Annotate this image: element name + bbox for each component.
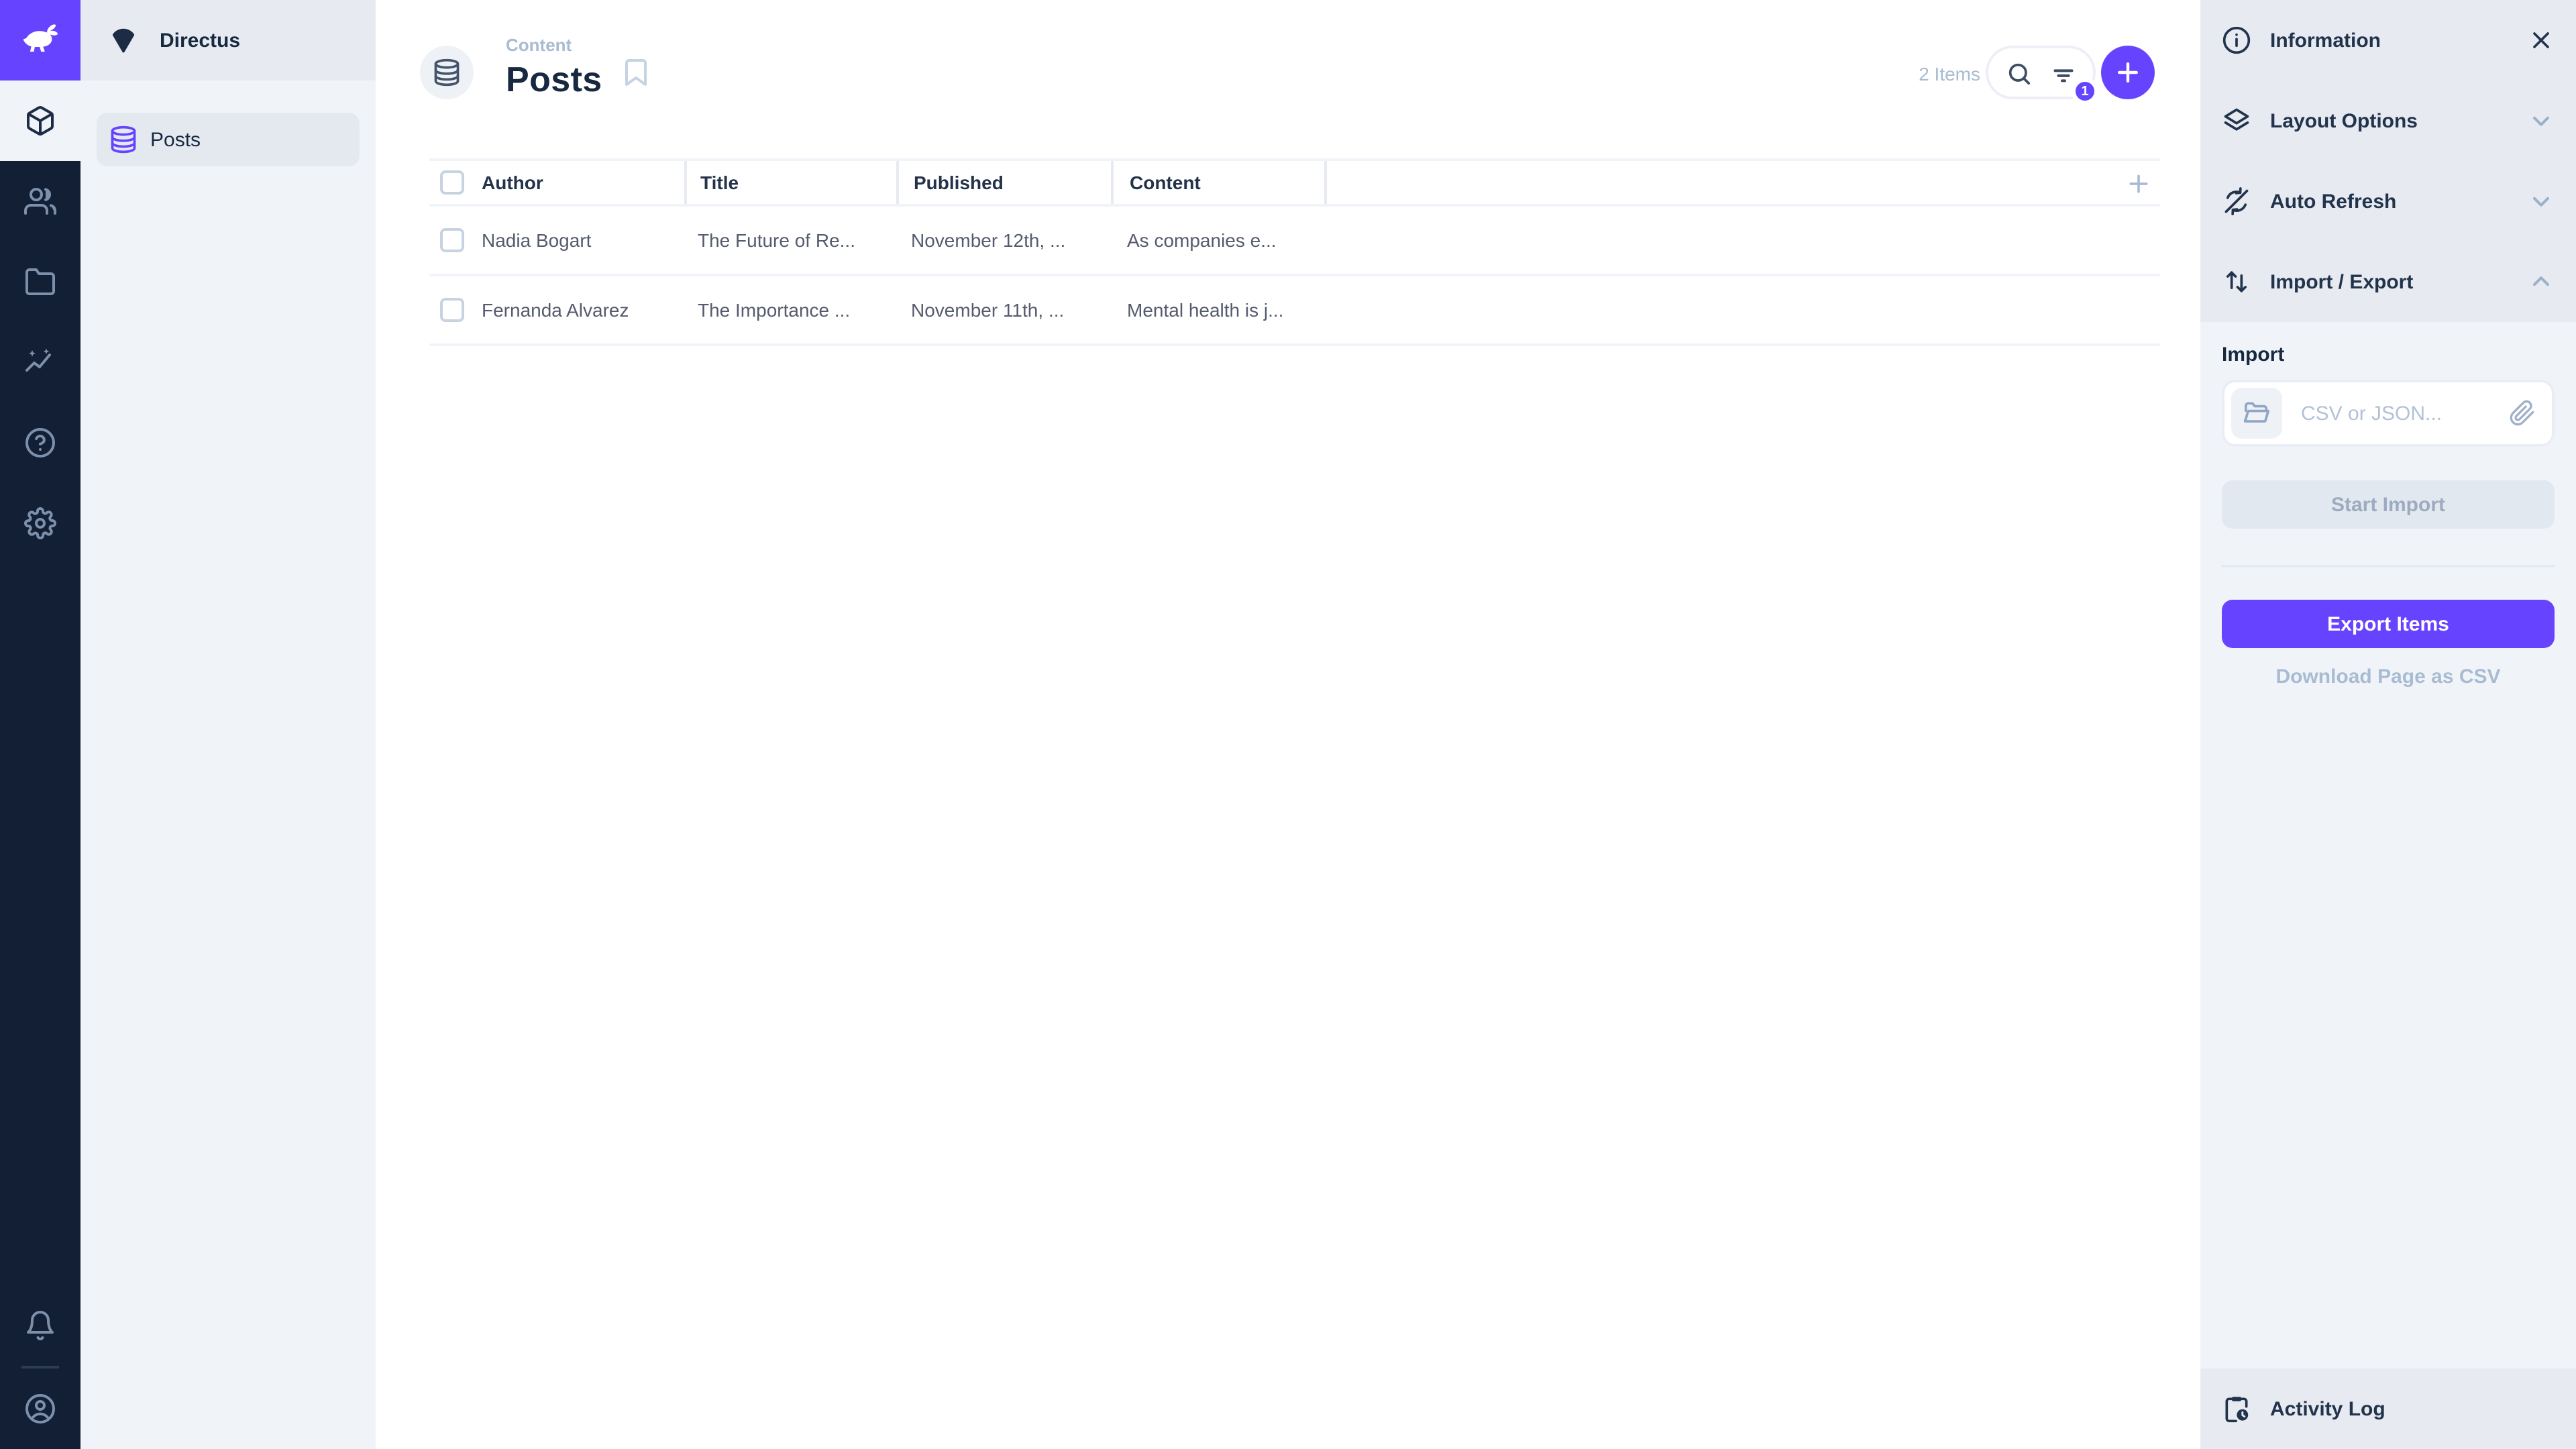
project-header[interactable]: Directus — [80, 0, 376, 80]
sidebar-section-auto-refresh[interactable]: Auto Refresh — [2200, 161, 2576, 241]
file-chip — [2231, 388, 2282, 439]
sidebar-section-import-export[interactable]: Import / Export — [2200, 241, 2576, 322]
sidebar-section-activity-log[interactable]: Activity Log — [2200, 1368, 2576, 1449]
sidebar-section-layout-options[interactable]: Layout Options — [2200, 80, 2576, 161]
module-bar-spacer — [0, 564, 80, 1285]
activity-log-label: Activity Log — [2270, 1397, 2385, 1420]
search-icon[interactable] — [2006, 60, 2033, 87]
project-name: Directus — [160, 29, 240, 52]
column-header-content[interactable]: Content — [1111, 161, 1324, 204]
download-csv-link[interactable]: Download Page as CSV — [2222, 665, 2555, 688]
help-icon — [24, 427, 56, 459]
column-header-published[interactable]: Published — [896, 161, 1111, 204]
activity-log-icon — [2222, 1394, 2251, 1424]
info-icon — [2222, 25, 2251, 55]
close-icon[interactable] — [2528, 27, 2555, 54]
database-icon — [432, 58, 462, 87]
cell-author: Fernanda Alvarez — [482, 299, 629, 321]
chevron-down-icon — [2528, 107, 2555, 134]
nav-item-label: Posts — [150, 128, 201, 151]
project-wedge-icon — [109, 25, 138, 55]
cell-title: The Future of Re... — [698, 229, 855, 251]
info-sidebar: Information Layout Options Auto Refresh — [2200, 0, 2576, 1449]
bookmark-icon[interactable] — [620, 56, 652, 89]
nav-sidebar: Directus Posts — [80, 0, 376, 1449]
import-file-input[interactable] — [2222, 380, 2555, 447]
import-heading: Import — [2222, 343, 2555, 366]
collection-icon-circle — [420, 46, 474, 99]
title-block: Content Posts — [506, 36, 602, 97]
gear-icon — [24, 507, 56, 539]
page-header: Content Posts 2 Items 1 — [376, 0, 2200, 158]
folder-icon — [24, 266, 56, 298]
import-export-body: Import Start Import Export Items Downloa… — [2200, 322, 2576, 688]
chevron-down-icon — [2528, 188, 2555, 215]
rabbit-logo-icon — [17, 17, 63, 63]
column-header-title[interactable]: Title — [684, 161, 896, 204]
chevron-up-icon — [2528, 268, 2555, 295]
module-docs[interactable] — [0, 402, 80, 483]
add-column-icon[interactable] — [2125, 170, 2152, 197]
column-header-author[interactable]: Author — [429, 161, 684, 204]
import-export-divider — [2222, 565, 2555, 568]
items-table: Author Title Published Content Nadia Bog… — [429, 158, 2160, 346]
breadcrumb[interactable]: Content — [506, 36, 602, 54]
row-checkbox[interactable] — [440, 298, 464, 322]
export-items-button[interactable]: Export Items — [2222, 600, 2555, 648]
module-content[interactable] — [0, 80, 80, 161]
sidebar-title-information: Information — [2200, 0, 2576, 80]
insights-icon — [24, 346, 56, 378]
notifications-button[interactable] — [0, 1285, 80, 1366]
users-icon — [24, 185, 56, 217]
swap-vert-icon — [2222, 267, 2251, 297]
bell-icon — [24, 1309, 56, 1342]
module-user-directory[interactable] — [0, 161, 80, 241]
select-all-checkbox[interactable] — [440, 170, 464, 195]
column-header-spacer — [1324, 161, 2160, 204]
plus-icon — [2113, 58, 2143, 87]
paperclip-icon — [2509, 400, 2536, 427]
item-count: 2 Items — [1919, 63, 1980, 85]
folder-open-icon — [2242, 398, 2271, 428]
cell-published: November 12th, ... — [911, 229, 1065, 251]
import-file-field[interactable] — [2298, 400, 2509, 426]
table-header-row: Author Title Published Content — [429, 158, 2160, 207]
database-icon — [109, 125, 138, 154]
create-item-button[interactable] — [2101, 46, 2155, 99]
cell-author: Nadia Bogart — [482, 229, 591, 251]
module-file-library[interactable] — [0, 241, 80, 322]
directus-logo[interactable] — [0, 0, 80, 80]
table-row[interactable]: Nadia Bogart The Future of Re... Novembe… — [429, 207, 2160, 276]
cell-content: As companies e... — [1127, 229, 1277, 251]
main-content: Content Posts 2 Items 1 — [376, 0, 2200, 1449]
page-title: Posts — [506, 62, 602, 97]
user-circle-icon — [24, 1393, 56, 1425]
cell-content: Mental health is j... — [1127, 299, 1283, 321]
cell-published: November 11th, ... — [911, 299, 1064, 321]
cell-title: The Importance ... — [698, 299, 850, 321]
start-import-button[interactable]: Start Import — [2222, 480, 2555, 529]
module-insights[interactable] — [0, 322, 80, 402]
sync-disabled-icon — [2222, 186, 2251, 216]
table-row[interactable]: Fernanda Alvarez The Importance ... Nove… — [429, 276, 2160, 346]
search-filter-pill: 1 — [1986, 46, 2096, 99]
module-bar — [0, 0, 80, 1449]
directus-app: Directus Posts Content — [0, 0, 2576, 1449]
account-button[interactable] — [0, 1368, 80, 1449]
row-checkbox[interactable] — [440, 228, 464, 252]
module-settings[interactable] — [0, 483, 80, 564]
sidebar-item-posts[interactable]: Posts — [97, 113, 360, 166]
box-icon — [24, 105, 56, 137]
filter-count-badge: 1 — [2072, 78, 2098, 105]
layers-icon — [2222, 106, 2251, 136]
